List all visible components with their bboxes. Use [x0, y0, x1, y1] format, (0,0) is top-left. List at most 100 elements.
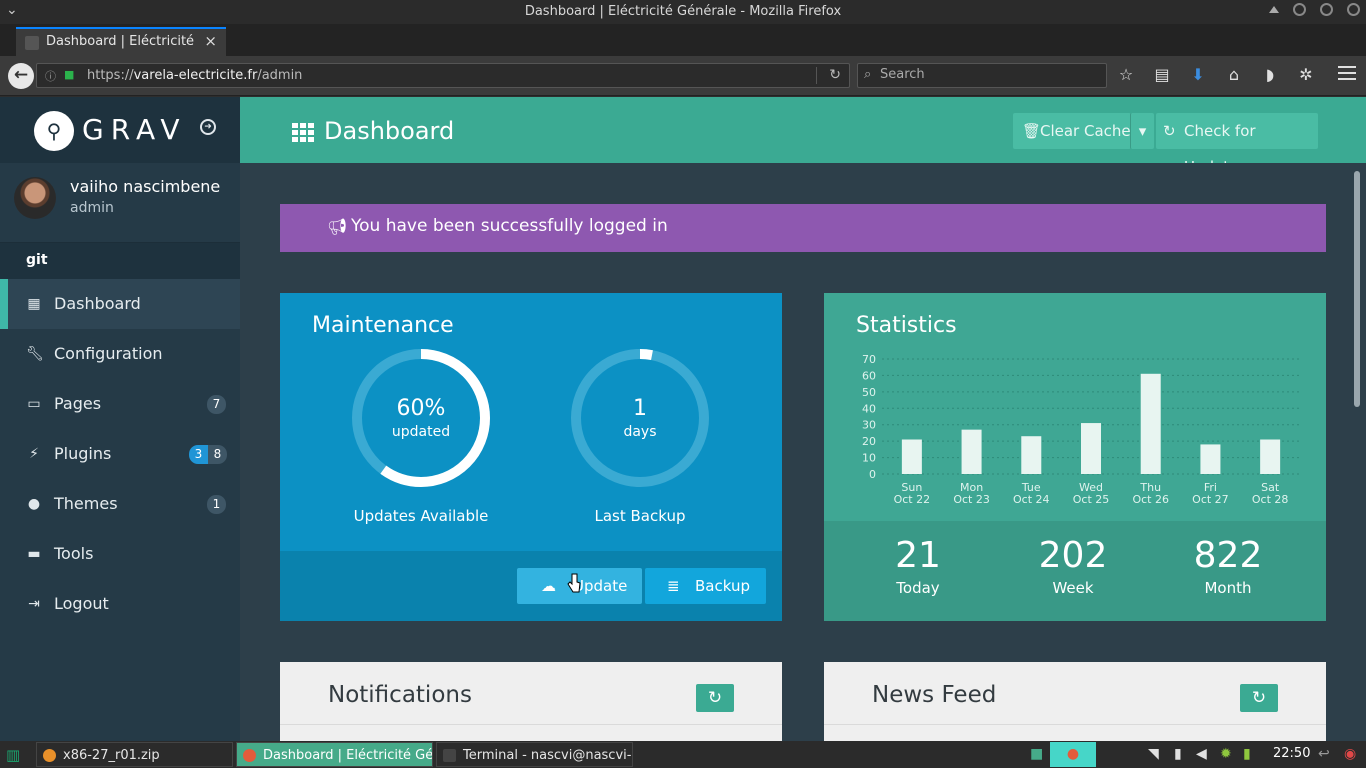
open-site-icon[interactable]: ➜	[200, 119, 216, 135]
refresh-icon: ↻	[1163, 122, 1176, 140]
refresh-notifications-icon[interactable]: ↻	[696, 684, 734, 712]
reading-list-icon[interactable]: ▤	[1151, 64, 1173, 86]
tab-title: Dashboard | Eléctricité Gé	[46, 34, 196, 49]
grav-logo-icon[interactable]: ⚲	[34, 111, 74, 151]
bar	[1081, 423, 1101, 474]
search-input[interactable]	[880, 67, 1100, 82]
notifications-title: Notifications	[328, 682, 472, 708]
backup-unit: days	[623, 424, 657, 440]
home-icon[interactable]: ⌂	[1223, 64, 1245, 86]
favicon-icon	[25, 36, 39, 50]
download-icon[interactable]: ⬇	[1187, 64, 1209, 86]
updates-icon[interactable]: ✹	[1220, 746, 1232, 762]
power-icon[interactable]: ↩	[1318, 746, 1330, 762]
bookmark-star-icon[interactable]: ☆	[1115, 64, 1137, 86]
megaphone-icon: 📢︎	[327, 217, 348, 236]
grid-icon: ▦	[27, 296, 41, 312]
user-profile[interactable]: vaiiho nascimbene admin	[0, 163, 240, 243]
briefcase-icon: ▬	[27, 546, 41, 562]
alert-message: You have been successfully logged in	[351, 216, 668, 236]
minimize-button[interactable]	[1293, 3, 1306, 16]
reload-icon[interactable]: ↻	[829, 67, 841, 83]
sidebar-item-label: Configuration	[54, 344, 163, 363]
firefox-tray-icon[interactable]: ●	[1050, 742, 1096, 767]
maintenance-title: Maintenance	[312, 313, 454, 338]
sidebar-item-dashboard[interactable]: ▦ Dashboard	[0, 279, 240, 329]
brand-header: ⚲ GRAV ➜	[0, 97, 240, 163]
check-updates-button[interactable]: ↻ Check for Updates	[1156, 113, 1318, 176]
sidebar-item-pages[interactable]: ▭ Pages 7	[0, 379, 240, 429]
hamburger-menu-icon[interactable]	[1338, 66, 1356, 84]
bar	[1140, 373, 1161, 474]
x-tick-date-label: Oct 27	[1192, 493, 1229, 506]
updates-percent: 60%	[396, 396, 446, 421]
sidebar-item-label: Tools	[54, 544, 94, 563]
url-bar[interactable]: ⓘ ■ https://varela-electricite.fr/admin …	[36, 63, 850, 88]
pocket-icon[interactable]: ◗	[1259, 64, 1281, 86]
brand-name[interactable]: GRAV	[82, 113, 187, 146]
updates-caption: Updates Available	[353, 507, 489, 525]
pages-count-badge: 7	[207, 395, 226, 414]
visits-bar-chart: 010203040506070SunOct 22MonOct 23TueOct …	[862, 353, 1300, 506]
sidebar-item-configuration[interactable]: 🔧︎ Configuration	[0, 329, 240, 379]
shade-icon[interactable]	[1269, 6, 1279, 13]
week-value: 202	[1038, 535, 1108, 576]
volume-icon[interactable]: ◀	[1196, 746, 1207, 762]
x-tick-date-label: Oct 28	[1252, 493, 1289, 506]
plugins-updates-badge: 3	[189, 445, 208, 464]
kpi-month: 822 Month	[1158, 537, 1298, 598]
clear-cache-button[interactable]: 🗑︎ Clear Cache	[1013, 113, 1131, 149]
info-icon[interactable]: ⓘ	[45, 68, 56, 84]
y-tick-label: 20	[862, 435, 876, 448]
browser-tab[interactable]: Dashboard | Eléctricité Gé ×	[16, 27, 226, 56]
today-label: Today	[896, 579, 940, 597]
clipboard-icon[interactable]: ▮	[1174, 746, 1182, 762]
window-title: Dashboard | Eléctricité Générale - Mozil…	[524, 4, 842, 19]
lock-icon[interactable]: ■	[64, 68, 74, 81]
sidebar-item-logout[interactable]: ⇥ Logout	[0, 579, 240, 629]
login-alert: 📢︎ You have been successfully logged in	[280, 204, 1326, 252]
refresh-news-icon[interactable]: ↻	[1240, 684, 1278, 712]
bar	[1200, 444, 1221, 474]
tab-close-icon[interactable]: ×	[204, 32, 217, 50]
plugins-count-badge: 8	[208, 445, 227, 464]
app-menu-icon[interactable]: ▥	[6, 746, 20, 764]
user-role: admin	[70, 200, 114, 216]
taskbar-item-terminal[interactable]: Terminal - nascvi@nascvi-p...	[436, 742, 633, 767]
page-header: Dashboard 🗑︎ Clear Cache ▾ ↻ Check for U…	[240, 97, 1366, 176]
page-scrollbar[interactable]	[1350, 163, 1366, 741]
updates-gauge: 60% updated	[351, 348, 491, 488]
workspace-icon[interactable]: ■	[1030, 746, 1043, 762]
news-feed-panel: News Feed ↻	[824, 662, 1326, 741]
kpi-today: 21 Today	[848, 537, 988, 598]
page-title: Dashboard	[324, 117, 455, 145]
sidebar-item-plugins[interactable]: ⚡ Plugins 3 8	[0, 429, 240, 479]
month-label: Month	[1204, 579, 1252, 597]
clear-cache-dropdown-icon[interactable]: ▾	[1130, 113, 1154, 149]
back-button[interactable]: ←	[8, 63, 34, 89]
taskbar-item-zip[interactable]: x86-27_r01.zip	[36, 742, 233, 767]
battery-icon[interactable]: ▮	[1243, 746, 1251, 762]
extension-icon[interactable]: ✲	[1295, 64, 1317, 86]
maximize-button[interactable]	[1320, 3, 1333, 16]
window-controls	[1269, 3, 1360, 16]
window-titlebar: ⌄ Dashboard | Eléctricité Générale - Moz…	[0, 0, 1366, 24]
close-button[interactable]	[1347, 3, 1360, 16]
shutdown-icon[interactable]: ◉	[1344, 746, 1356, 762]
wifi-icon[interactable]: ◥	[1148, 746, 1159, 762]
sidebar-item-tools[interactable]: ▬ Tools	[0, 529, 240, 579]
backup-gauge: 1 days	[570, 348, 710, 488]
taskbar-item-firefox[interactable]: Dashboard | Eléctricité Gé...	[236, 742, 433, 767]
sidebar-item-themes[interactable]: ● Themes 1	[0, 479, 240, 529]
url-separator	[816, 67, 817, 84]
clock: 22:50	[1273, 746, 1311, 761]
search-bar[interactable]: ⌕	[857, 63, 1107, 88]
y-tick-label: 0	[869, 468, 876, 481]
backup-button[interactable]: ≣ Backup	[645, 568, 766, 604]
user-name[interactable]: vaiiho nascimbene	[70, 177, 220, 196]
scrollbar-thumb[interactable]	[1354, 171, 1360, 407]
avatar[interactable]	[14, 177, 56, 219]
cloud-download-icon: ☁	[541, 577, 556, 595]
database-icon: ≣	[667, 577, 680, 595]
sidebar-section-git[interactable]: git	[0, 243, 240, 279]
